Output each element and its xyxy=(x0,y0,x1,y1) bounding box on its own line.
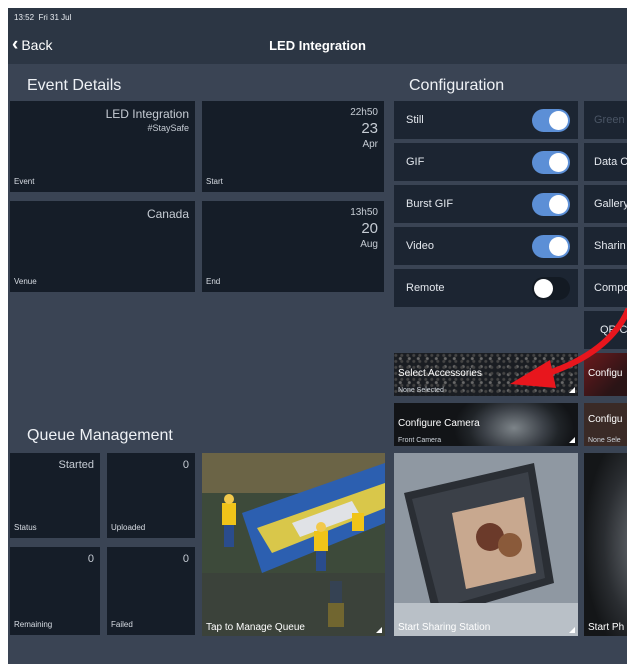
event-name: LED Integration xyxy=(105,107,189,121)
manage-queue-label: Tap to Manage Queue xyxy=(206,622,305,633)
status-time: 13:52 xyxy=(14,13,35,22)
event-name-block: LED Integration #StaySafe xyxy=(106,107,189,133)
start-tile[interactable]: 22h50 23 Apr Start xyxy=(202,101,384,192)
accessories-title: Select Accessories xyxy=(398,368,482,379)
accessories-subtitle: None Selected xyxy=(398,387,444,394)
gif-toggle[interactable] xyxy=(532,151,570,174)
start-date-block: 22h50 23 Apr xyxy=(350,107,378,150)
start-month: Apr xyxy=(362,139,378,150)
camera-subtitle: Front Camera xyxy=(398,437,442,444)
end-day: 20 xyxy=(361,220,378,237)
config-label-gif: GIF xyxy=(406,156,425,168)
status-date: Fri 31 Jul xyxy=(38,13,72,22)
status-bar: 13:52 Fri 31 Jul xyxy=(8,8,627,28)
config-label-still: Still xyxy=(406,114,424,126)
tablet-stand-image xyxy=(394,453,578,636)
config-row-burst-gif: Burst GIF xyxy=(394,185,578,223)
start-photo-tile[interactable]: Start Ph xyxy=(584,453,627,636)
queue-failed-value: 0 xyxy=(182,553,189,565)
camera-title: Configure Camera xyxy=(398,418,480,429)
red-arrow-icon xyxy=(510,308,627,388)
configuration-heading: Configuration xyxy=(409,77,505,94)
queue-uploaded-label: Uploaded xyxy=(111,523,146,532)
queue-failed-label: Failed xyxy=(111,620,133,629)
corner-indicator-icon xyxy=(569,437,575,443)
config-row-remote: Remote xyxy=(394,269,578,307)
workers-image xyxy=(202,453,385,636)
start-time: 22h50 xyxy=(350,107,378,118)
toggle-knob xyxy=(534,279,553,298)
end-time: 13h50 xyxy=(350,207,378,218)
side-item-green[interactable]: Green xyxy=(584,101,627,139)
event-tag: #StaySafe xyxy=(147,123,189,133)
venue-name: Canada xyxy=(146,207,189,221)
queue-remaining-tile: 0 Remaining xyxy=(10,547,100,635)
venue-tile[interactable]: Canada Venue xyxy=(10,201,195,292)
corner-indicator-icon xyxy=(376,627,382,633)
queue-status-label: Status xyxy=(14,523,37,532)
toggle-knob xyxy=(549,111,568,130)
navigation-bar: ‹ Back LED Integration xyxy=(8,28,627,64)
config-label-burst-gif: Burst GIF xyxy=(406,198,454,210)
queue-management-heading: Queue Management xyxy=(27,427,173,444)
queue-remaining-label: Remaining xyxy=(14,620,53,629)
start-day: 23 xyxy=(361,120,378,137)
config-row-video: Video xyxy=(394,227,578,265)
manage-queue-tile[interactable]: Tap to Manage Queue xyxy=(202,453,385,636)
side-item-data[interactable]: Data C xyxy=(584,143,627,181)
configure-camera-tile[interactable]: Configure Camera Front Camera xyxy=(394,403,578,446)
queue-status-value: Started xyxy=(58,459,94,471)
event-tile[interactable]: LED Integration #StaySafe Event xyxy=(10,101,195,192)
event-details-heading: Event Details xyxy=(27,77,122,94)
end-month: Aug xyxy=(360,239,378,250)
queue-status-tile: Started Status xyxy=(10,453,100,538)
side-item-gallery[interactable]: Gallery xyxy=(584,185,627,223)
config-label-video: Video xyxy=(406,240,434,252)
end-date-block: 13h50 20 Aug xyxy=(350,207,378,250)
corner-indicator-icon xyxy=(569,627,575,633)
queue-uploaded-value: 0 xyxy=(182,459,189,471)
video-toggle[interactable] xyxy=(532,235,570,258)
side-item-sharing[interactable]: Sharin xyxy=(584,227,627,265)
config-row-still: Still xyxy=(394,101,578,139)
venue-block: Canada xyxy=(147,207,189,221)
event-label: Event xyxy=(14,177,35,186)
side-item-compose[interactable]: Compo xyxy=(584,269,627,307)
page-title: LED Integration xyxy=(269,38,366,53)
end-label: End xyxy=(206,277,221,286)
side-config-2-subtitle: None Sele xyxy=(588,437,621,444)
burst-gif-toggle[interactable] xyxy=(532,193,570,216)
toggle-knob xyxy=(549,195,568,214)
remote-toggle[interactable] xyxy=(532,277,570,300)
toggle-knob xyxy=(549,153,568,172)
side-config-tile-2[interactable]: Configu None Sele xyxy=(584,403,627,446)
still-toggle[interactable] xyxy=(532,109,570,132)
start-photo-label: Start Ph xyxy=(588,622,625,633)
config-row-gif: GIF xyxy=(394,143,578,181)
queue-remaining-value: 0 xyxy=(87,553,94,565)
toggle-knob xyxy=(549,237,568,256)
sharing-station-tile[interactable]: Start Sharing Station xyxy=(394,453,578,636)
side-config-2-label: Configu xyxy=(588,414,623,425)
sharing-station-label: Start Sharing Station xyxy=(398,622,491,633)
queue-failed-tile: 0 Failed xyxy=(107,547,195,635)
start-label: Start xyxy=(206,177,223,186)
queue-uploaded-tile: 0 Uploaded xyxy=(107,453,195,538)
app-screen: 13:52 Fri 31 Jul ‹ Back LED Integration … xyxy=(8,8,627,664)
venue-label: Venue xyxy=(14,277,37,286)
end-tile[interactable]: 13h50 20 Aug End xyxy=(202,201,384,292)
config-label-remote: Remote xyxy=(406,282,445,294)
